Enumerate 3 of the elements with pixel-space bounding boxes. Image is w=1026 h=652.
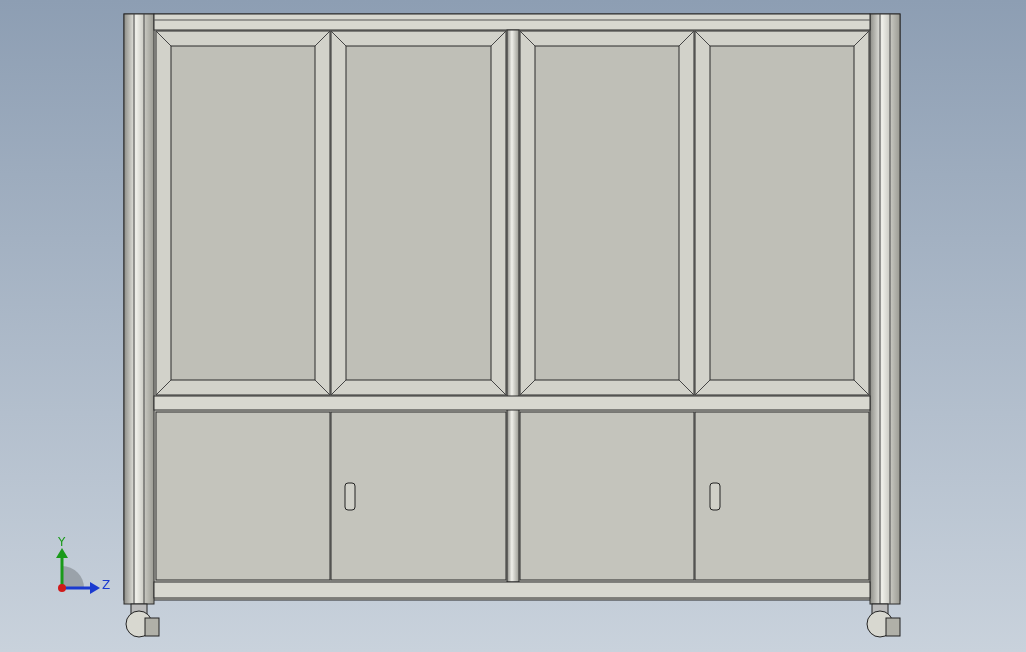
- axis-label: Y: [58, 535, 66, 549]
- axis-triad-icon: [56, 548, 100, 594]
- axis-label: Z: [102, 578, 111, 592]
